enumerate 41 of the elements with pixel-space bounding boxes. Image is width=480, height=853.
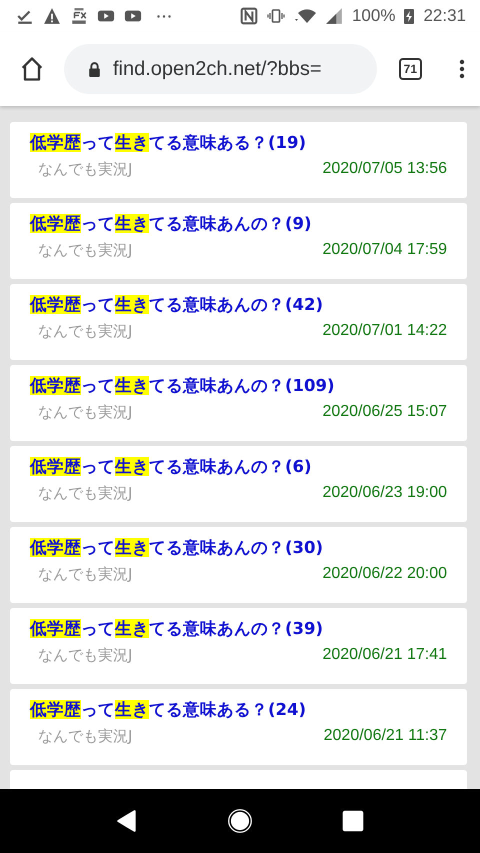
- url-text: find.open2ch.net/?bbs=: [113, 58, 322, 80]
- board-name: なんでも実況J: [38, 565, 132, 584]
- board-name: なんでも実況J: [38, 484, 132, 503]
- board-name: なんでも実況J: [38, 727, 132, 746]
- thread-title-link[interactable]: 低学歴って生き てる意味あんの？(109): [30, 375, 335, 397]
- post-date: 2020/07/05 13:56: [322, 160, 447, 179]
- app-notification-icon: [70, 7, 88, 25]
- battery-charging-icon: [404, 7, 414, 25]
- board-name: なんでも実況J: [38, 403, 132, 422]
- clock-time: 22:31: [423, 6, 466, 26]
- home-button-icon[interactable]: [226, 808, 253, 834]
- board-name: なんでも実況J: [38, 160, 132, 179]
- post-date: 2020/07/04 17:59: [322, 241, 447, 260]
- battery-percentage: 100%: [352, 6, 396, 26]
- post-date: 2020/06/21 17:41: [322, 646, 447, 665]
- thread-title-link[interactable]: 低学歴って生き てる意味あんの？(42): [30, 294, 324, 316]
- thread-title-link[interactable]: 低学歴って生き てる意味あんの？(6): [30, 456, 312, 478]
- recents-icon[interactable]: [340, 808, 366, 834]
- thread-title-link[interactable]: 低学歴って生き てる意味ある？(19): [30, 132, 306, 154]
- post-date: 2020/06/25 15:07: [322, 403, 447, 422]
- nfc-icon: [240, 7, 258, 25]
- thread-title-link[interactable]: 低学歴って生き てる意味あんの？(9): [30, 213, 312, 235]
- thread-title-link[interactable]: 低学歴って生き てる意味あんの？(39): [30, 618, 324, 640]
- vibrate-icon: [266, 7, 285, 25]
- post-date: 2020/06/23 19:00: [322, 484, 447, 503]
- more-icon: [157, 14, 171, 18]
- address-bar[interactable]: find.open2ch.net/?bbs=: [64, 44, 377, 94]
- lock-icon: [88, 60, 101, 78]
- post-date: 2020/07/01 14:22: [322, 322, 447, 341]
- tab-switcher-button[interactable]: 71: [398, 58, 422, 80]
- warning-icon: [43, 7, 61, 25]
- thread-title-link[interactable]: 低学歴って生き てる意味あんの？(30): [30, 537, 324, 559]
- board-name: なんでも実況J: [38, 646, 132, 665]
- post-date: 2020/06/22 20:00: [322, 565, 447, 584]
- menu-icon[interactable]: [458, 57, 466, 81]
- wifi-icon: [294, 7, 316, 25]
- post-date: 2020/06/21 11:37: [324, 727, 447, 746]
- board-name: なんでも実況J: [38, 322, 132, 341]
- thread-title-link[interactable]: 低学歴って生き てる意味ある？(24): [30, 699, 306, 721]
- signal-icon: [324, 7, 343, 25]
- board-name: なんでも実況J: [38, 241, 132, 260]
